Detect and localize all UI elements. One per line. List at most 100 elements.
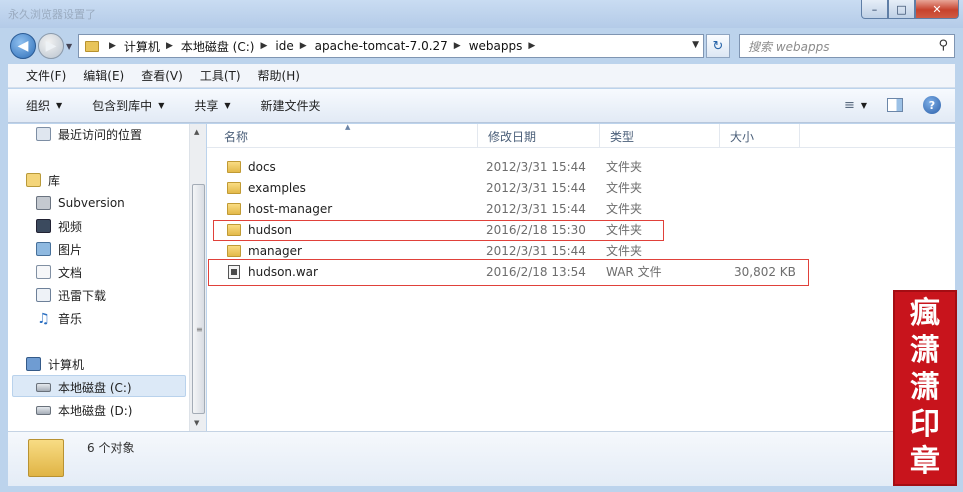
table-row[interactable]: manager 2012/3/31 15:44 文件夹 — [207, 240, 955, 261]
menu-view[interactable]: 查看(V) — [141, 67, 183, 84]
nav-item-pictures[interactable]: 图片 — [36, 239, 82, 259]
menu-bar: 文件(F) 编辑(E) 查看(V) 工具(T) 帮助(H) — [8, 64, 955, 88]
nav-item-music[interactable]: ♫ 音乐 — [36, 308, 82, 328]
file-modified: 2012/3/31 15:44 — [486, 159, 586, 174]
change-view-icon[interactable]: ≡ — [844, 98, 855, 113]
back-arrow-icon: ◀ — [17, 38, 29, 54]
file-type: 文件夹 — [606, 202, 643, 216]
search-icon[interactable]: ⚲ — [938, 38, 948, 53]
scroll-down-icon[interactable]: ▼ — [194, 419, 199, 427]
forward-button[interactable]: ▶ — [38, 33, 64, 59]
scroll-up-icon[interactable]: ▲ — [194, 128, 199, 136]
command-bar: 组织 ▼ 包含到库中 ▼ 共享 ▼ 新建文件夹 ≡ ▼ ? — [8, 89, 955, 123]
nav-drive-c[interactable]: 本地磁盘 (C:) — [36, 377, 132, 397]
nav-computer[interactable]: 计算机 — [26, 354, 84, 374]
nav-item-label: Subversion — [58, 196, 125, 210]
recent-pages-dropdown-icon[interactable]: ▼ — [66, 42, 72, 51]
maximize-button[interactable]: □ — [888, 0, 915, 19]
scrollbar-thumb[interactable]: ≡ — [192, 184, 205, 414]
file-modified: 2012/3/31 15:44 — [486, 180, 586, 195]
close-button[interactable]: ✕ — [915, 0, 959, 19]
status-bar: 6 个对象 — [8, 431, 955, 486]
nav-item-subversion[interactable]: Subversion — [36, 193, 125, 213]
file-name-cell: manager — [227, 240, 302, 261]
table-row[interactable]: examples 2012/3/31 15:44 文件夹 — [207, 177, 955, 198]
chevron-right-icon[interactable]: ▶ — [454, 41, 461, 51]
address-row: ◀ ▶ ▼ ▶ 计算机 ▶ 本地磁盘 (C:) ▶ ide ▶ apache-t… — [0, 28, 963, 62]
nav-drive-label: 本地磁盘 (C:) — [58, 380, 132, 395]
nav-drive-label: 本地磁盘 (D:) — [58, 403, 133, 418]
seal-character: 潇 — [910, 333, 940, 369]
organize-label: 组织 — [26, 99, 51, 113]
nav-item-documents[interactable]: 文档 — [36, 262, 82, 282]
highlight-box-hudson-folder — [213, 220, 664, 241]
picture-icon — [36, 242, 51, 256]
chevron-right-icon[interactable]: ▶ — [528, 41, 535, 51]
address-dropdown-icon[interactable]: ▼ — [692, 40, 699, 50]
nav-item-thunder-downloads[interactable]: 迅雷下载 — [36, 285, 106, 305]
breadcrumb-tomcat[interactable]: apache-tomcat-7.0.27 — [315, 39, 448, 53]
file-name: examples — [248, 180, 306, 195]
forward-arrow-icon: ▶ — [45, 38, 57, 54]
seal-character: 章 — [910, 443, 940, 479]
video-icon — [36, 219, 51, 233]
file-type: 文件夹 — [606, 244, 643, 258]
computer-icon — [26, 357, 41, 371]
hard-drive-icon — [36, 405, 51, 415]
refresh-button[interactable]: ↻ — [706, 34, 730, 58]
organize-button[interactable]: 组织 ▼ — [26, 97, 62, 114]
subversion-icon — [36, 196, 51, 210]
seal-character: 印 — [910, 406, 940, 442]
navigation-pane: 最近访问的位置 库 Subversion 视频 图片 文档 迅雷下载 ♫ 音乐 … — [8, 124, 189, 431]
breadcrumb-drive-c[interactable]: 本地磁盘 (C:) — [181, 38, 255, 55]
share-button[interactable]: 共享 ▼ — [194, 97, 230, 114]
help-icon[interactable]: ? — [923, 96, 941, 114]
menu-help[interactable]: 帮助(H) — [258, 67, 300, 84]
share-label: 共享 — [194, 99, 219, 113]
address-bar[interactable]: ▶ 计算机 ▶ 本地磁盘 (C:) ▶ ide ▶ apache-tomcat-… — [78, 34, 704, 58]
chevron-right-icon[interactable]: ▶ — [109, 41, 116, 51]
breadcrumb-webapps[interactable]: webapps — [469, 39, 523, 53]
back-button[interactable]: ◀ — [10, 33, 36, 59]
dropdown-arrow-icon: ▼ — [224, 101, 231, 110]
column-header-type[interactable]: 类型 — [599, 124, 719, 148]
chevron-right-icon[interactable]: ▶ — [300, 41, 307, 51]
highlight-box-hudson-war — [208, 259, 809, 286]
column-header-name[interactable]: 名称 — [207, 124, 477, 148]
grip-icon: ≡ — [196, 325, 203, 334]
table-row[interactable]: docs 2012/3/31 15:44 文件夹 — [207, 156, 955, 177]
menu-file[interactable]: 文件(F) — [26, 67, 66, 84]
nav-scrollbar[interactable]: ▲ ≡ ▼ — [189, 124, 206, 431]
preview-pane-icon[interactable] — [887, 98, 903, 112]
menu-edit[interactable]: 编辑(E) — [83, 67, 124, 84]
column-header-size[interactable]: 大小 — [719, 124, 799, 148]
chevron-right-icon[interactable]: ▶ — [260, 41, 267, 51]
menu-tools[interactable]: 工具(T) — [200, 67, 241, 84]
folder-icon — [227, 244, 241, 257]
nav-library[interactable]: 库 — [26, 170, 60, 190]
music-note-icon: ♫ — [37, 311, 50, 327]
breadcrumb-computer[interactable]: 计算机 — [124, 38, 160, 55]
view-dropdown-icon[interactable]: ▼ — [861, 101, 867, 110]
breadcrumb-ide[interactable]: ide — [275, 39, 293, 53]
file-name: manager — [248, 243, 302, 258]
include-in-library-button[interactable]: 包含到库中 ▼ — [92, 97, 164, 114]
new-folder-button[interactable]: 新建文件夹 — [261, 97, 321, 114]
nav-item-videos[interactable]: 视频 — [36, 216, 82, 236]
column-header-modified[interactable]: 修改日期 — [477, 124, 599, 148]
chevron-right-icon[interactable]: ▶ — [166, 41, 173, 51]
file-type: 文件夹 — [606, 181, 643, 195]
recent-places-icon — [36, 127, 51, 141]
nav-item-label: 迅雷下载 — [58, 288, 107, 303]
search-input[interactable]: 搜索 webapps ⚲ — [739, 34, 955, 58]
seal-character: 瘋 — [910, 296, 940, 332]
folder-icon — [227, 181, 241, 194]
file-name: docs — [248, 159, 276, 174]
file-name-cell: examples — [227, 177, 306, 198]
minimize-button[interactable]: – — [861, 0, 888, 19]
nav-item-label: 视频 — [58, 219, 83, 234]
nav-recent-places[interactable]: 最近访问的位置 — [36, 124, 142, 144]
nav-drive-d[interactable]: 本地磁盘 (D:) — [36, 400, 132, 420]
search-placeholder: 搜索 webapps — [748, 39, 830, 54]
table-row[interactable]: host-manager 2012/3/31 15:44 文件夹 — [207, 198, 955, 219]
